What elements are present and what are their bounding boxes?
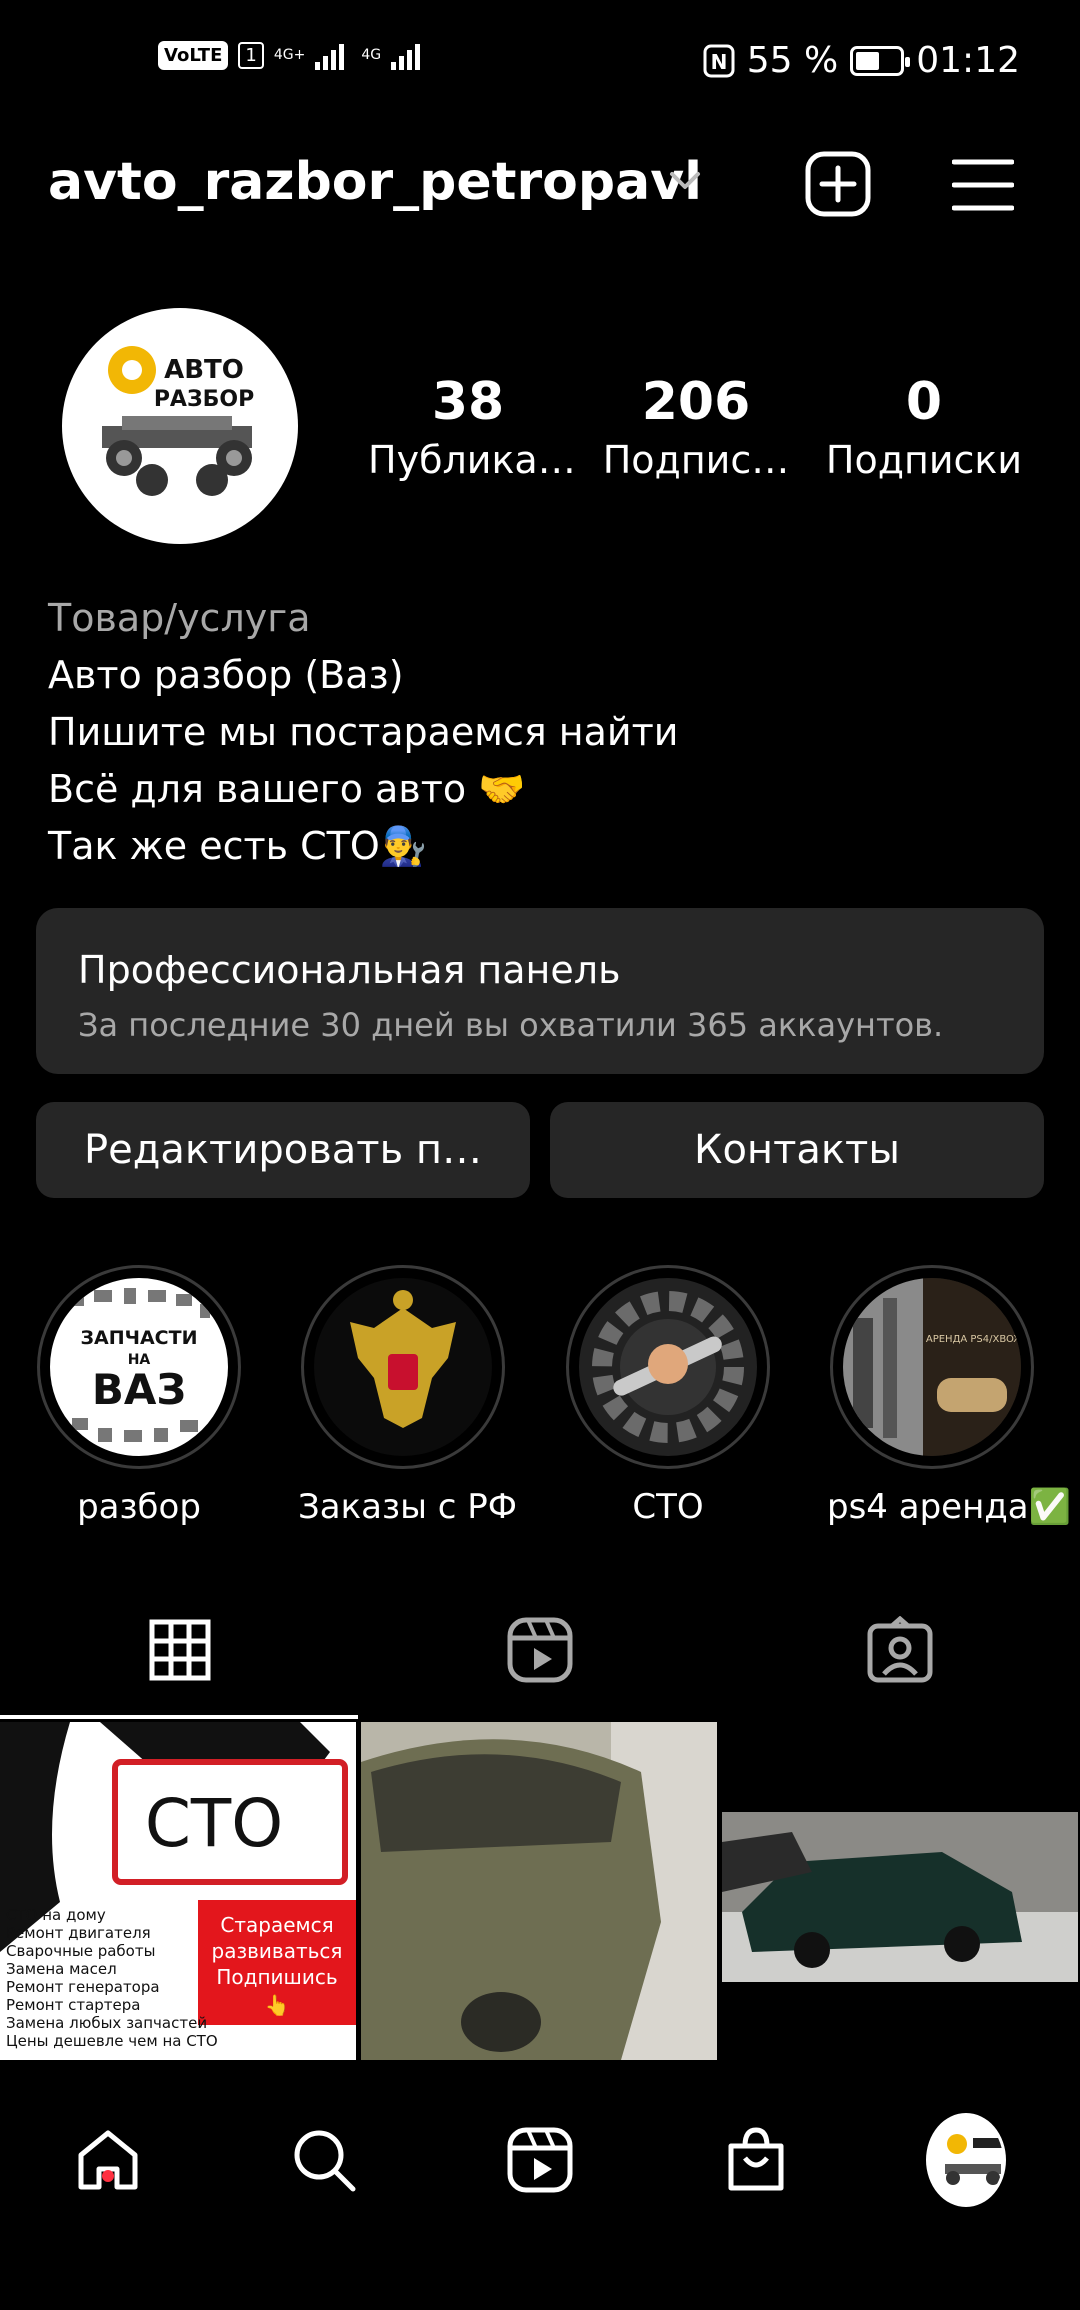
profile-avatar[interactable]: АВТО РАЗБОР — [62, 308, 298, 544]
sim-indicator: 1 — [238, 41, 264, 69]
highlight-cover: ЗАПЧАСТИ НА ВАЗ — [37, 1265, 241, 1469]
highlight-orders-rf[interactable]: Заказы с РФ — [298, 1265, 518, 1527]
svg-text:N: N — [710, 50, 727, 74]
notification-dot — [102, 2170, 114, 2182]
signal-bars-icon — [391, 44, 421, 70]
highlight-label: разбор — [77, 1487, 201, 1527]
nav-search[interactable] — [284, 2120, 364, 2200]
svg-text:АРЕНДА PS4/XBOX: АРЕНДА PS4/XBOX — [926, 1334, 1020, 1345]
contacts-button[interactable]: Контакты — [550, 1102, 1044, 1198]
green-car-photo — [361, 1722, 717, 2060]
bio-line: Авто разбор (Ваз) — [48, 653, 404, 697]
bio-line: Всё для вашего авто 🤝 — [48, 767, 526, 811]
create-post-icon[interactable] — [804, 150, 872, 218]
stat-posts[interactable]: 38 Публика… — [368, 372, 576, 482]
stat-following[interactable]: 0 Подписки — [824, 372, 1024, 482]
highlight-label: Заказы с РФ — [298, 1487, 518, 1527]
highlight-sto[interactable]: СТО — [563, 1265, 773, 1527]
avatar-logo: АВТО РАЗБОР — [102, 346, 254, 496]
nfc-icon: N — [703, 44, 735, 77]
tab-reels[interactable] — [490, 1615, 590, 1685]
battery-icon — [850, 45, 911, 76]
svg-text:СТО: СТО — [145, 1785, 283, 1862]
highlight-label: СТО — [632, 1487, 704, 1527]
reels-icon — [507, 1617, 573, 1683]
highlight-ps4-rent[interactable]: АРЕНДА PS4/XBOX ps4 аренда✅ — [827, 1265, 1071, 1527]
reels-icon — [507, 2127, 573, 2193]
bottom-navigation — [0, 2060, 1080, 2310]
stat-followers[interactable]: 206 Подпис… — [596, 372, 796, 482]
profile-avatar-small — [926, 2113, 1006, 2207]
chevron-down-icon[interactable] — [668, 168, 702, 194]
edit-profile-button[interactable]: Редактировать п… — [36, 1102, 530, 1198]
post-thumbnail-1[interactable]: СТО Стараемся развиваться Подпишись 👆 СТ… — [0, 1722, 356, 2060]
dashboard-title: Профессиональная панель — [78, 948, 621, 992]
nav-shop[interactable] — [716, 2120, 796, 2200]
tab-tagged[interactable] — [850, 1615, 950, 1685]
shopping-bag-icon — [728, 2127, 784, 2191]
stat-following-label: Подписки — [825, 438, 1023, 482]
dashboard-subtitle: За последние 30 дней вы охватили 365 акк… — [78, 1006, 944, 1044]
network-type-2: 4G — [361, 47, 382, 63]
svg-text:ВАЗ: ВАЗ — [92, 1365, 186, 1414]
svg-text:Ремонт генератора: Ремонт генератора — [6, 1978, 160, 1996]
bio-line: Так же есть СТО👨‍🔧 — [48, 824, 428, 868]
highlight-razbor[interactable]: ЗАПЧАСТИ НА ВАЗ разбор — [34, 1265, 244, 1527]
svg-text:Подпишись: Подпишись — [216, 1965, 337, 1989]
svg-text:Цены дешевле чем на СТО: Цены дешевле чем на СТО — [6, 2032, 218, 2050]
nav-home[interactable] — [68, 2120, 148, 2200]
highlight-label: ps4 аренда✅ — [827, 1487, 1071, 1527]
tagged-person-icon — [867, 1616, 933, 1683]
svg-text:СТО на дому: СТО на дому — [6, 1906, 106, 1924]
svg-text:Сварочные работы: Сварочные работы — [6, 1942, 155, 1960]
svg-text:развиваться: развиваться — [212, 1939, 343, 1963]
gear-wrench-image — [592, 1291, 744, 1443]
profile-bio: Товар/услуга Авто разбор (Ваз) Пишите мы… — [48, 590, 678, 875]
highlight-cover — [301, 1265, 505, 1469]
svg-text:РАЗБОР: РАЗБОР — [154, 387, 254, 412]
highlight-cover — [566, 1265, 770, 1469]
active-tab-indicator — [0, 1715, 358, 1719]
svg-text:АВТО: АВТО — [164, 355, 244, 385]
svg-text:Стараемся: Стараемся — [220, 1913, 333, 1937]
home-icon — [78, 2130, 138, 2190]
account-username[interactable]: avto_razbor_petropavl — [48, 152, 702, 212]
grid-icon — [149, 1619, 211, 1681]
stat-posts-label: Публика… — [368, 438, 576, 482]
sto-post-image: СТО Стараемся развиваться Подпишись 👆 СТ… — [0, 1722, 356, 2060]
highlight-cover: АРЕНДА PS4/XBOX — [830, 1265, 1034, 1469]
bio-line: Пишите мы постараемся найти — [48, 710, 679, 754]
dark-car-photo — [722, 1722, 1078, 2060]
nav-reels[interactable] — [500, 2120, 580, 2200]
stat-followers-value: 206 — [641, 372, 751, 432]
coat-of-arms-image — [350, 1290, 456, 1428]
stat-posts-value: 38 — [431, 372, 505, 432]
parts-cover-image: ЗАПЧАСТИ НА ВАЗ — [70, 1288, 210, 1442]
post-thumbnail-2[interactable] — [361, 1722, 717, 2060]
console-rent-image: АРЕНДА PS4/XBOX — [843, 1278, 1021, 1456]
status-right: N 55 % 01:12 — [703, 40, 1020, 81]
stat-following-value: 0 — [905, 372, 943, 432]
search-icon — [294, 2130, 356, 2192]
svg-text:Ремонт двигателя: Ремонт двигателя — [6, 1924, 151, 1942]
network-type-1: 4G+ — [273, 47, 306, 63]
signal-indicators: VoLTE 1 4G+ 4G — [158, 40, 427, 70]
status-bar: VoLTE 1 4G+ 4G N 55 % 01:12 — [0, 0, 1080, 120]
nav-profile[interactable] — [926, 2113, 1006, 2207]
professional-dashboard[interactable]: Профессиональная панель За последние 30 … — [36, 908, 1044, 1074]
stat-followers-label: Подпис… — [602, 438, 790, 482]
svg-text:ЗАПЧАСТИ: ЗАПЧАСТИ — [81, 1327, 198, 1349]
svg-text:Замена любых запчастей: Замена любых запчастей — [6, 2014, 207, 2032]
volte-badge: VoLTE — [158, 40, 229, 70]
tab-grid[interactable] — [130, 1615, 230, 1685]
clock: 01:12 — [916, 40, 1020, 81]
svg-text:Ремонт стартера: Ремонт стартера — [6, 1996, 140, 2014]
battery-percent: 55 % — [746, 40, 839, 81]
post-thumbnail-3[interactable] — [722, 1722, 1078, 2060]
menu-icon[interactable] — [952, 156, 1014, 214]
profile-category: Товар/услуга — [48, 596, 311, 640]
svg-text:Замена масел: Замена масел — [6, 1960, 117, 1978]
svg-text:👆: 👆 — [265, 1993, 290, 2017]
signal-bars-icon — [315, 44, 345, 70]
